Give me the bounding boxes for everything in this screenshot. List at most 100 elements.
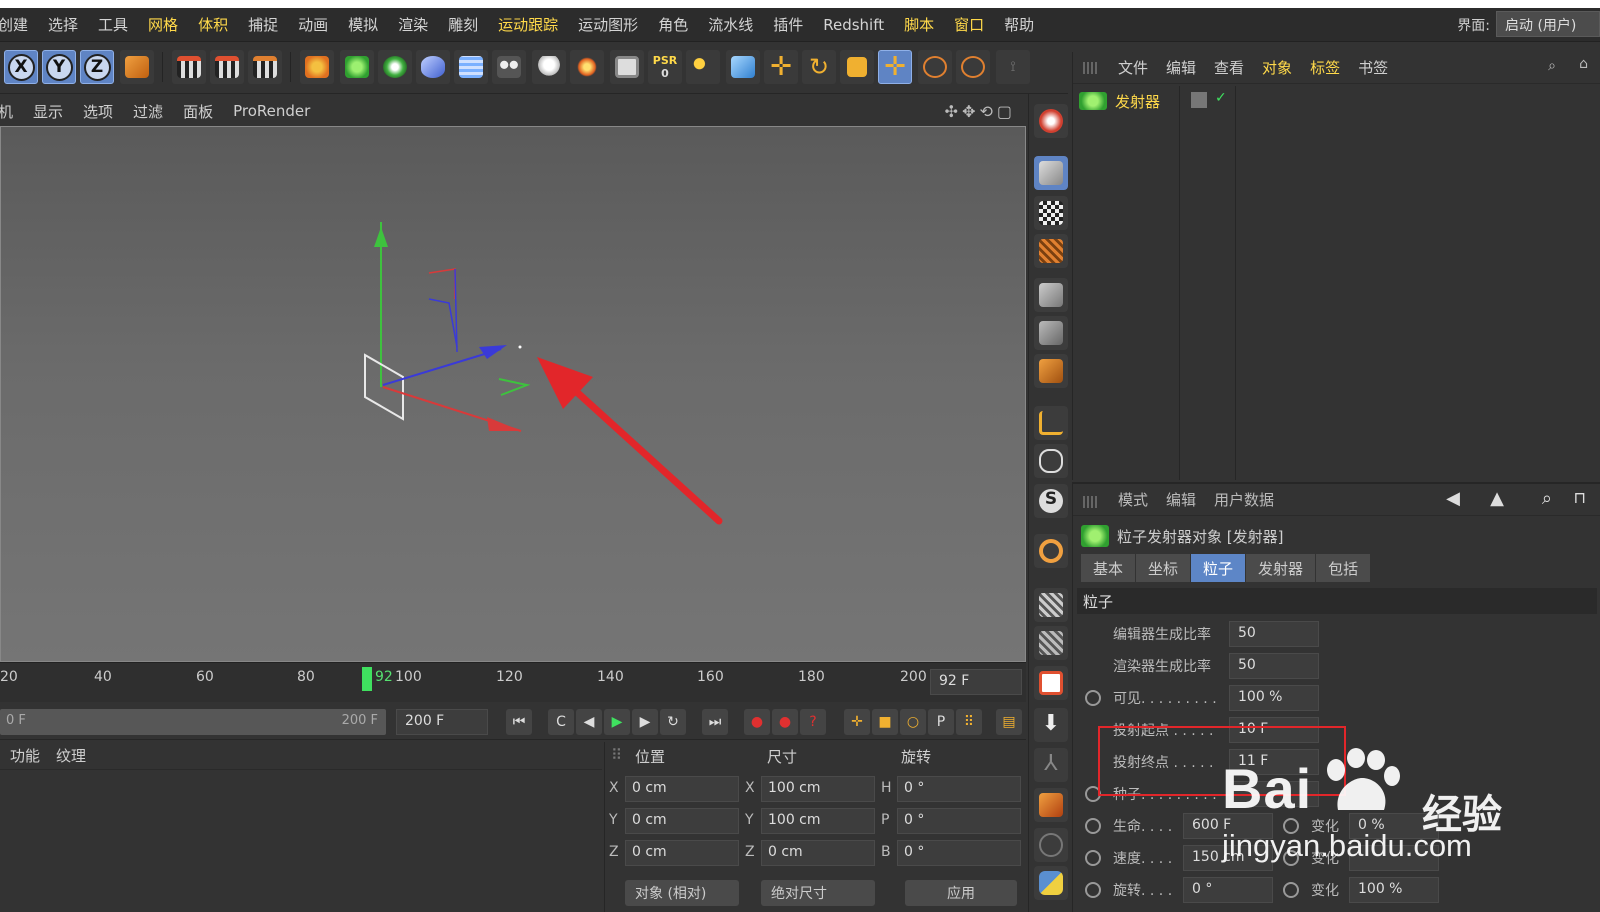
selection-button[interactable] (956, 50, 990, 84)
rotation-h-field[interactable]: 0 ° (897, 776, 1021, 802)
position-y-field[interactable]: 0 cm (625, 808, 739, 834)
key-scale-button[interactable]: ■ (872, 709, 898, 735)
rotate-button[interactable]: ↻ (802, 50, 836, 84)
om-menu-tags[interactable]: 标签 (1301, 57, 1349, 78)
enabled-check-icon[interactable]: ✓ (1215, 90, 1227, 106)
symmetry-button[interactable]: ⅄ (1034, 748, 1068, 782)
x-axis-lock-button[interactable]: X (4, 50, 38, 84)
menu-mograph[interactable]: 运动图形 (568, 14, 648, 35)
viewport-solo-button[interactable] (1034, 104, 1068, 138)
pen-tool-button[interactable] (300, 50, 334, 84)
disable-button[interactable] (1034, 828, 1068, 862)
position-x-field[interactable]: 0 cm (625, 776, 739, 802)
om-menu-edit[interactable]: 编辑 (1157, 57, 1205, 78)
viewport-menu-camera[interactable]: 机 (0, 101, 23, 122)
snap-button[interactable]: S (1034, 484, 1068, 518)
viewport-menu-options[interactable]: 选项 (73, 101, 123, 122)
menu-simulate[interactable]: 模拟 (338, 14, 388, 35)
section-header-particle[interactable]: 粒子 (1077, 588, 1597, 614)
viewport-menu-panel[interactable]: 面板 (173, 101, 223, 122)
z-axis-lock-button[interactable]: Z (80, 50, 114, 84)
next-frame-button[interactable]: ▶ (632, 709, 658, 735)
prev-key-button[interactable]: C (548, 709, 574, 735)
om-menu-objects[interactable]: 对象 (1253, 57, 1301, 78)
rotation-field[interactable]: 0 ° (1183, 877, 1273, 903)
key-rotation-button[interactable]: ○ (900, 709, 926, 735)
preview-range-slider[interactable]: 0 F 200 F (0, 709, 386, 735)
lock-icon[interactable]: ⊓ (1574, 488, 1586, 507)
object-row-emitter[interactable]: 发射器 ✓ (1079, 88, 1257, 114)
attr-menu-edit[interactable]: 编辑 (1157, 489, 1205, 510)
polygons-mode-button[interactable] (1034, 354, 1068, 388)
lock-workplane-button[interactable] (1034, 588, 1068, 622)
deformer-button[interactable] (416, 50, 450, 84)
render-picture-viewer-button[interactable] (210, 50, 244, 84)
drop-to-floor-button[interactable]: ⬇ (1034, 708, 1068, 742)
menu-script[interactable]: 脚本 (894, 14, 944, 35)
go-to-end-button[interactable]: ⏭ (702, 709, 728, 735)
loop-button[interactable]: ↻ (660, 709, 686, 735)
python-button[interactable] (1034, 866, 1068, 900)
back-arrow-icon[interactable]: ◀ (1446, 488, 1460, 509)
material-button[interactable] (610, 50, 644, 84)
animate-radio[interactable] (1085, 818, 1101, 834)
size-y-field[interactable]: 100 cm (761, 808, 875, 834)
xyz-lock-button[interactable] (686, 50, 720, 84)
tab-particle[interactable]: 粒子 (1191, 554, 1247, 582)
menu-pipeline[interactable]: 流水线 (698, 14, 763, 35)
rotation-p-field[interactable]: 0 ° (897, 808, 1021, 834)
animate-radio[interactable] (1283, 882, 1299, 898)
menu-redshift[interactable]: Redshift (813, 16, 894, 34)
layout-select[interactable]: 启动 (用户) (1496, 11, 1600, 37)
viewport-navigation-icons[interactable]: ✣✥⟲▢ (945, 102, 1016, 121)
render-settings-button[interactable] (248, 50, 282, 84)
floor-button[interactable] (454, 50, 488, 84)
menu-volume[interactable]: 体积 (188, 14, 238, 35)
size-mode-dropdown[interactable]: 绝对尺寸 (761, 880, 875, 906)
layer-icon[interactable] (1191, 92, 1207, 108)
menu-mesh[interactable]: 网格 (138, 14, 188, 35)
search-icon[interactable]: ⌕ (1548, 58, 1556, 74)
rotation-variation-field[interactable]: 100 % (1349, 877, 1439, 903)
keyframe-selection-button[interactable]: ? (800, 709, 826, 735)
axis-lock-button[interactable]: ⟟ (996, 50, 1030, 84)
live-select-button[interactable]: ✛ (878, 50, 912, 84)
prev-frame-button[interactable]: ◀ (576, 709, 602, 735)
perspective-viewport[interactable] (0, 126, 1026, 662)
timeline-playhead[interactable] (362, 667, 372, 691)
end-frame-field[interactable]: 200 F (396, 709, 488, 735)
timeline-ruler[interactable]: 20 40 60 80 100 120 140 160 180 200 92 9… (0, 662, 1026, 702)
tab-coord[interactable]: 坐标 (1136, 554, 1192, 582)
light-button[interactable] (532, 50, 566, 84)
material-menu-function[interactable]: 功能 (0, 745, 48, 766)
apply-button[interactable]: 应用 (905, 880, 1017, 906)
menu-select[interactable]: 选择 (38, 14, 88, 35)
play-button[interactable]: ▶ (604, 709, 630, 735)
effector-button[interactable] (570, 50, 604, 84)
key-pla-button[interactable]: ⠿ (956, 709, 982, 735)
autokey-button[interactable]: ● (772, 709, 798, 735)
psr-button[interactable]: PSR 0 (648, 50, 682, 84)
size-x-field[interactable]: 100 cm (761, 776, 875, 802)
array-button[interactable] (378, 50, 412, 84)
editor-birthrate-field[interactable]: 50 (1229, 621, 1319, 647)
position-z-field[interactable]: 0 cm (625, 840, 739, 866)
om-menu-view[interactable]: 查看 (1205, 57, 1253, 78)
menu-plugins[interactable]: 插件 (763, 14, 813, 35)
animate-radio[interactable] (1085, 850, 1101, 866)
menu-render[interactable]: 渲染 (388, 14, 438, 35)
rotation-b-field[interactable]: 0 ° (897, 840, 1021, 866)
key-parameter-button[interactable]: P (928, 709, 954, 735)
camera-button[interactable] (492, 50, 526, 84)
render-view-button[interactable] (172, 50, 206, 84)
animate-radio[interactable] (1085, 690, 1101, 706)
cube-generator-button[interactable] (340, 50, 374, 84)
om-menu-file[interactable]: 文件 (1109, 57, 1157, 78)
cube-button[interactable] (726, 50, 760, 84)
go-to-start-button[interactable]: ⏮ (506, 709, 532, 735)
tab-emitter[interactable]: 发射器 (1246, 554, 1317, 582)
visibility-field[interactable]: 100 % (1229, 685, 1319, 711)
edges-mode-button[interactable] (1034, 316, 1068, 350)
key-position-button[interactable]: ✛ (844, 709, 870, 735)
menu-snap[interactable]: 捕捉 (238, 14, 288, 35)
